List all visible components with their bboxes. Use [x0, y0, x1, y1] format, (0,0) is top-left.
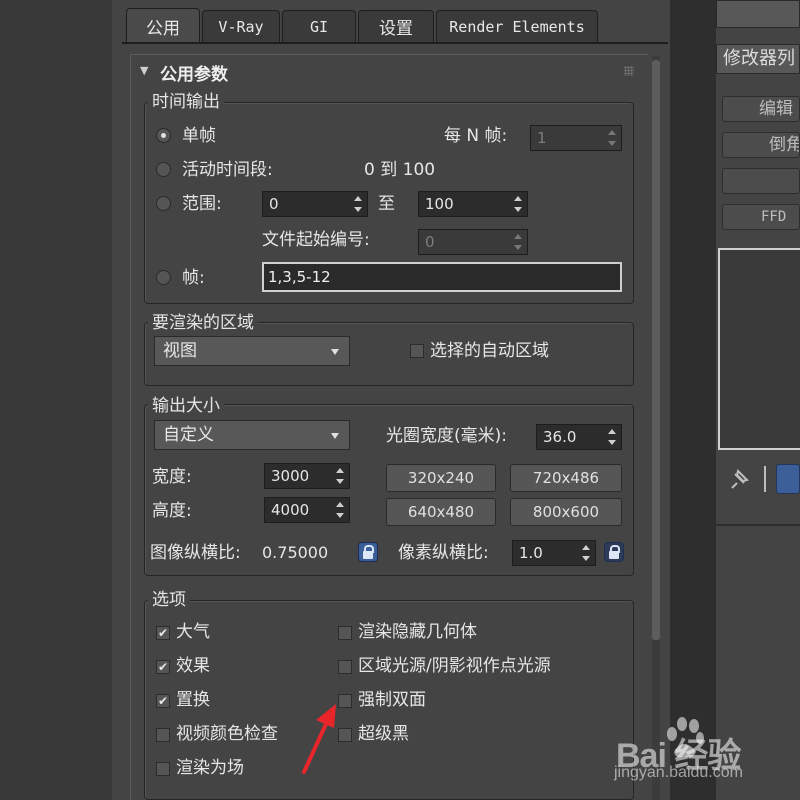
displacement-label: 置换 — [176, 690, 210, 710]
active-segment-label: 活动时间段: — [182, 160, 273, 180]
spinner-arrows-icon[interactable] — [607, 129, 617, 147]
render-area-legend: 要渲染的区域 — [148, 313, 258, 333]
active-segment-radio[interactable] — [156, 162, 171, 177]
range-radio[interactable] — [156, 196, 171, 211]
render-hidden-geometry-label: 渲染隐藏几何体 — [358, 622, 477, 642]
effects-label: 效果 — [176, 656, 210, 676]
atmosphere-checkbox[interactable]: ✔ — [156, 626, 170, 640]
rollout-title[interactable]: 公用参数 — [160, 60, 228, 85]
single-frame-label: 单帧 — [182, 126, 216, 146]
file-start-label: 文件起始编号: — [262, 230, 370, 250]
active-segment-range: 0 到 100 — [364, 160, 436, 180]
modifier-list-dropdown[interactable]: 修改器列 — [716, 44, 800, 74]
effects-checkbox[interactable]: ✔ — [156, 660, 170, 674]
width-label: 宽度: — [152, 467, 192, 487]
frames-input[interactable]: 1,3,5-12 — [262, 262, 622, 292]
modifier-button[interactable] — [722, 168, 800, 194]
left-viewport-strip — [0, 0, 112, 800]
tab-baseline — [122, 42, 668, 44]
video-color-check-checkbox[interactable] — [156, 728, 170, 742]
output-size-legend: 输出大小 — [148, 396, 224, 416]
every-n-label: 每 N 帧: — [444, 126, 508, 146]
tab-vray[interactable]: V-Ray — [202, 10, 280, 42]
range-label: 范围: — [182, 194, 222, 214]
aperture-label: 光圈宽度(毫米): — [386, 426, 507, 446]
area-lights-as-point-checkbox[interactable] — [338, 660, 352, 674]
super-black-label: 超级黑 — [358, 724, 409, 744]
tab-gi[interactable]: GI — [282, 10, 356, 42]
auto-region-checkbox[interactable] — [410, 344, 424, 358]
pixel-aspect-label: 像素纵横比: — [398, 543, 489, 563]
pin-stack-icon[interactable] — [724, 466, 752, 494]
spinner-arrows-icon[interactable] — [513, 233, 523, 251]
watermark-url: jingyan.baidu.com — [614, 764, 743, 781]
preset-720x486-button[interactable]: 720x486 — [510, 464, 622, 492]
render-hidden-geometry-checkbox[interactable] — [338, 626, 352, 640]
every-n-spinner[interactable]: 1 — [530, 125, 622, 151]
auto-region-label: 选择的自动区域 — [430, 341, 549, 361]
area-lights-as-point-label: 区域光源/阴影视作点光源 — [358, 656, 551, 676]
preset-320x240-button[interactable]: 320x240 — [386, 464, 496, 492]
chevron-down-icon — [331, 349, 339, 355]
show-end-result-icon[interactable] — [776, 464, 800, 494]
bevel-modifier-button[interactable]: 倒角 — [722, 132, 800, 158]
height-label: 高度: — [152, 501, 192, 521]
spinner-arrows-icon[interactable] — [607, 428, 617, 446]
spinner-arrows-icon[interactable] — [353, 195, 363, 213]
image-aspect-label: 图像纵横比: — [150, 543, 241, 563]
toolbar-separator — [764, 466, 766, 492]
spinner-arrows-icon[interactable] — [513, 195, 523, 213]
chevron-down-icon — [331, 433, 339, 439]
spinner-arrows-icon[interactable] — [581, 544, 591, 562]
range-from-spinner[interactable]: 0 — [262, 191, 368, 217]
modifier-stack-list[interactable] — [718, 248, 800, 450]
render-fields-checkbox[interactable] — [156, 762, 170, 776]
displacement-checkbox[interactable]: ✔ — [156, 694, 170, 708]
output-preset-dropdown[interactable]: 自定义 — [154, 420, 350, 450]
frames-label: 帧: — [182, 268, 205, 288]
render-area-dropdown[interactable]: 视图 — [154, 336, 350, 366]
time-output-legend: 时间输出 — [148, 92, 224, 112]
spinner-arrows-icon[interactable] — [335, 467, 345, 485]
image-aspect-value: 0.75000 — [262, 543, 329, 562]
video-color-check-label: 视频颜色检查 — [176, 724, 278, 744]
annotation-arrow-icon — [302, 704, 336, 774]
collapse-arrow-icon[interactable]: ▼ — [140, 64, 148, 77]
ffd-modifier-button[interactable]: FFD — [722, 204, 800, 230]
edit-modifier-button[interactable]: 编辑 — [722, 96, 800, 122]
spinner-arrows-icon[interactable] — [335, 501, 345, 519]
tab-render-elements[interactable]: Render Elements — [436, 10, 598, 42]
width-spinner[interactable]: 3000 — [264, 463, 350, 489]
lock-pixel-aspect-icon[interactable] — [604, 542, 624, 562]
frames-radio[interactable] — [156, 270, 171, 285]
render-fields-label: 渲染为场 — [176, 758, 244, 778]
force-two-sided-label: 强制双面 — [358, 690, 426, 710]
range-to-spinner[interactable]: 100 — [418, 191, 528, 217]
tab-common[interactable]: 公用 — [126, 8, 200, 44]
tab-settings[interactable]: 设置 — [358, 10, 434, 42]
height-spinner[interactable]: 4000 — [264, 497, 350, 523]
preset-800x600-button[interactable]: 800x600 — [510, 498, 622, 526]
atmosphere-label: 大气 — [176, 622, 210, 642]
range-to-label: 至 — [378, 194, 395, 214]
scrollbar-thumb[interactable] — [652, 60, 660, 640]
single-frame-radio[interactable] — [156, 128, 171, 143]
aperture-spinner[interactable]: 36.0 — [536, 424, 622, 450]
panel-divider — [670, 0, 716, 800]
pixel-aspect-spinner[interactable]: 1.0 — [512, 540, 596, 566]
file-start-spinner[interactable]: 0 — [418, 229, 528, 255]
preset-640x480-button[interactable]: 640x480 — [386, 498, 496, 526]
command-panel-header[interactable] — [716, 0, 800, 28]
options-legend: 选项 — [148, 590, 190, 610]
lock-image-aspect-icon[interactable] — [358, 542, 378, 562]
drag-grip-icon[interactable] — [624, 66, 634, 76]
panel-separator — [716, 524, 800, 526]
